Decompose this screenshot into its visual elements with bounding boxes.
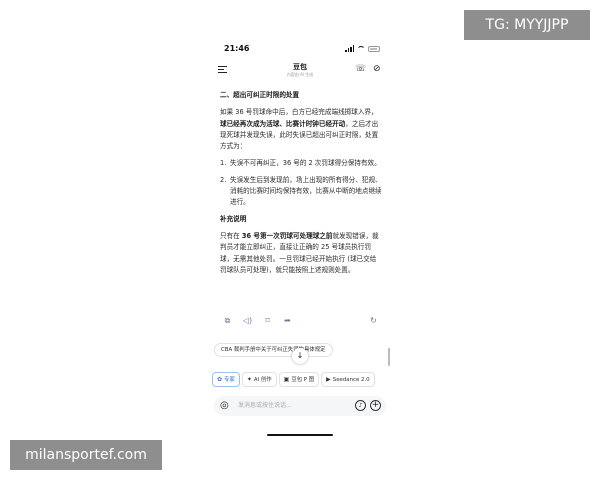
section-title: 二、超出可纠正时限的处置 (220, 91, 300, 99)
list-text: 失误不可再纠正，36 号的 2 次罚球得分保持有效。 (230, 159, 381, 168)
message-actions: ⧉ ◁) ⌑ ➦ ↻ (220, 314, 382, 328)
plus-icon[interactable]: + (370, 400, 381, 411)
supplement-title: 补充说明 (220, 214, 247, 223)
regenerate-icon[interactable]: ↻ (368, 315, 379, 326)
list-item: 1. 失误不可再纠正，36 号的 2 次罚球得分保持有效。 (220, 158, 382, 169)
sparkle-icon: ✦ (246, 376, 252, 383)
paragraph-bold: 36 号第一次罚球可处理球之前 (241, 231, 333, 240)
chip-photo-edit[interactable]: ▣ 豆包 P 图 (278, 372, 320, 387)
video-icon: ▶ (326, 376, 331, 383)
paragraph-text: 如果 36 号罚球命中后，白方已经完成端线掷球入界， (220, 108, 378, 117)
watermark-top: TG: MYYJJPP (464, 10, 590, 40)
wifi-icon (357, 45, 365, 52)
list-number: 1. (220, 159, 227, 168)
list-number: 2. (220, 175, 227, 184)
status-time: 21:46 (224, 44, 250, 53)
message-paragraph: 只有在 36 号第一次罚球可处理球之前就发现错误，裁判员才能立即纠正，直接让正确… (220, 231, 382, 276)
ordered-list: 1. 失误不可再纠正，36 号的 2 次罚球得分保持有效。 2. 失误发生后到发… (220, 158, 382, 208)
signal-icon (345, 45, 354, 52)
assistant-message: 二、超出可纠正时限的处置 如果 36 号罚球命中后，白方已经完成端线掷球入界， 球… (220, 90, 382, 282)
expert-icon: ✿ (217, 376, 223, 383)
phone-screen: 21:46 豆包 内容由 AI 生成 ☏ ⊘ 二、超出可纠正时限的处置 如果 3… (210, 38, 390, 440)
camera-icon[interactable]: ◎ (220, 400, 231, 411)
watermark-bottom: milansportef.com (10, 440, 162, 470)
image-icon: ▣ (283, 376, 290, 383)
screenshot-page: TG: MYYJJPP milansportef.com 21:46 豆包 内容… (0, 0, 600, 480)
scrollbar[interactable] (388, 348, 390, 366)
chip-label: AI 创作 (253, 377, 272, 383)
status-bar: 21:46 (210, 44, 390, 56)
phone-icon[interactable]: ☏ (355, 65, 366, 74)
list-text: 失误发生后到发现前，场上出现的所有得分、犯规、消耗的比赛时间均保持有效，比赛从中… (230, 175, 382, 207)
feature-chips: ✿ 专家 ✦ AI 创作 ▣ 豆包 P 图 ▶ Seedance 2.0 (212, 372, 390, 388)
status-icons (345, 45, 380, 52)
scroll-down-button[interactable]: ↓ (292, 348, 308, 364)
chip-label: 专家 (224, 377, 235, 383)
voice-icon[interactable]: ♪ (355, 400, 366, 411)
chip-expert[interactable]: ✿ 专家 (212, 372, 240, 387)
paragraph-text: 只有在 (220, 231, 242, 240)
message-paragraph: 如果 36 号罚球命中后，白方已经完成端线掷球入界， 球已经再次成为活球、比赛计时… (220, 107, 382, 152)
home-indicator (267, 434, 333, 436)
chip-ai-create[interactable]: ✦ AI 创作 (241, 372, 277, 387)
chip-label: Seedance 2.0 (332, 377, 370, 383)
list-item: 2. 失误发生后到发现前，场上出现的所有得分、犯规、消耗的比赛时间均保持有效，比… (220, 175, 382, 209)
chip-label: 豆包 P 图 (291, 377, 315, 383)
chat-header: 豆包 内容由 AI 生成 ☏ ⊘ (210, 60, 390, 82)
bookmark-icon[interactable]: ⌑ (262, 315, 273, 326)
chip-seedance[interactable]: ▶ Seedance 2.0 (321, 372, 375, 387)
share-icon[interactable]: ➦ (282, 315, 293, 326)
message-input-bar: ◎ 发消息或按住说话... ♪ + (214, 396, 386, 416)
copy-icon[interactable]: ⧉ (222, 315, 233, 326)
battery-icon (368, 45, 380, 52)
paragraph-bold: 球已经再次成为活球、比赛计时钟已经开动 (220, 119, 346, 128)
message-input[interactable]: 发消息或按住说话... (238, 400, 292, 411)
mute-icon[interactable]: ⊘ (373, 65, 382, 74)
speaker-icon[interactable]: ◁) (242, 315, 253, 326)
suggestion-chip[interactable]: CBA 裁判手册中关于可纠正失误的具体规定 (214, 343, 333, 357)
